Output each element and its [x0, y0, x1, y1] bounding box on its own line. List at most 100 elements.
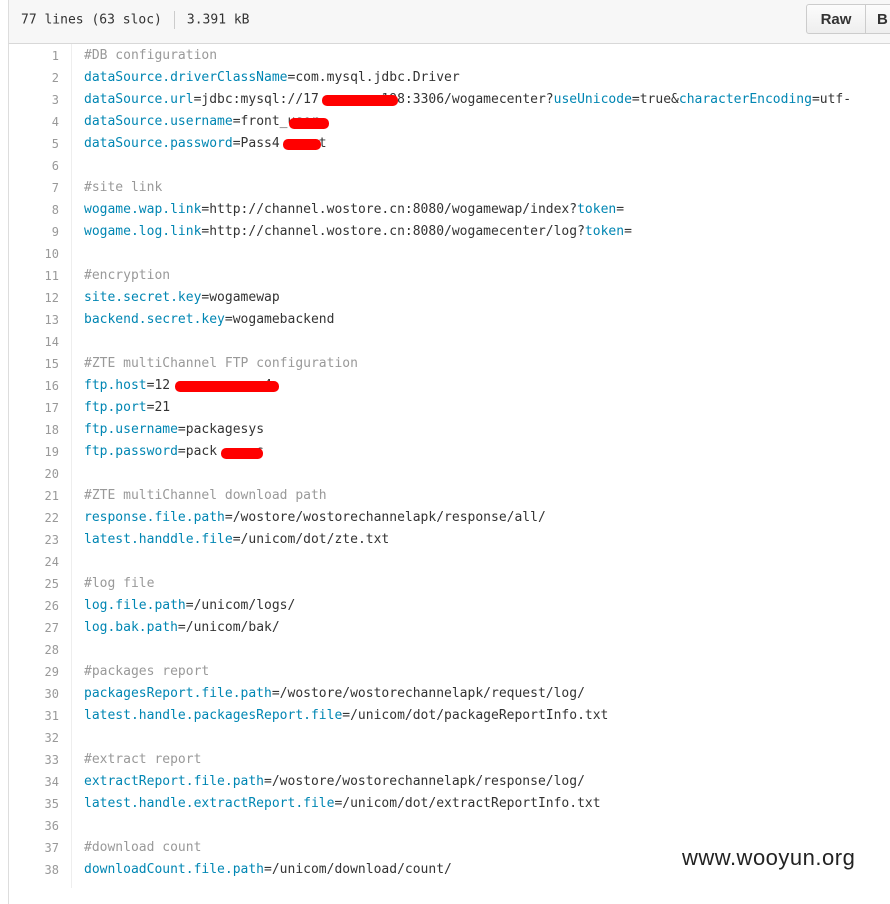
line-code: #extract report: [84, 749, 201, 771]
value-token: =/unicom/dot/extractReportInfo.txt: [334, 796, 601, 811]
key-token: latest.handdle.file: [84, 532, 233, 547]
key-token: backend.secret.key: [84, 312, 225, 327]
line-number[interactable]: 36: [8, 815, 59, 837]
value-token: =/wostore/wostorechannelapk/response/all…: [224, 510, 546, 525]
blame-button[interactable]: B: [866, 4, 890, 34]
line-number[interactable]: 31: [8, 705, 59, 727]
value-token: =/unicom/logs/: [185, 598, 296, 613]
key-token: ftp.port: [84, 400, 147, 415]
divider: [173, 11, 175, 29]
line-number[interactable]: 3: [8, 89, 59, 111]
watermark: www.wooyun.org: [682, 845, 856, 870]
line-code: ftp.port=21: [84, 397, 170, 419]
line-code: site.secret.key=wogamewap: [84, 287, 280, 309]
line-number[interactable]: 24: [8, 551, 59, 573]
line-number[interactable]: 34: [8, 771, 59, 793]
comment-token: #site link: [84, 180, 163, 195]
key-token: ftp.host: [84, 378, 147, 393]
line-number[interactable]: 6: [8, 155, 59, 177]
line-number[interactable]: 37: [8, 837, 59, 859]
line-code: #DB configuration: [84, 45, 217, 67]
line-number[interactable]: 20: [8, 463, 59, 485]
line-number[interactable]: 14: [8, 331, 59, 353]
line-number[interactable]: 12: [8, 287, 59, 309]
line-number[interactable]: 38: [8, 859, 59, 881]
file-info: 77 lines (63 sloc) 3.391 kB: [21, 11, 250, 29]
comment-token: #ZTE multiChannel FTP configuration: [84, 356, 358, 371]
line-number[interactable]: 5: [8, 133, 59, 155]
line-code: dataSource.username=front_user: [84, 111, 319, 133]
line-number[interactable]: 35: [8, 793, 59, 815]
line-number[interactable]: 4: [8, 111, 59, 133]
line-number[interactable]: 22: [8, 507, 59, 529]
line-number[interactable]: 16: [8, 375, 59, 397]
value-token: =: [616, 202, 625, 217]
line-number[interactable]: 25: [8, 573, 59, 595]
comment-token: #log file: [84, 576, 155, 591]
line-number[interactable]: 1: [8, 45, 59, 67]
value-token: =/unicom/download/count/: [264, 862, 452, 877]
line-code: packagesReport.file.path=/wostore/wostor…: [84, 683, 585, 705]
key-token: site.secret.key: [84, 290, 202, 305]
line-number[interactable]: 18: [8, 419, 59, 441]
line-code: log.bak.path=/unicom/bak/: [84, 617, 280, 639]
line-number[interactable]: 26: [8, 595, 59, 617]
line-number[interactable]: 17: [8, 397, 59, 419]
line-number[interactable]: 28: [8, 639, 59, 661]
key-token: dataSource.password: [84, 136, 233, 151]
line-number[interactable]: 21: [8, 485, 59, 507]
line-number[interactable]: 11: [8, 265, 59, 287]
line-code: #site link: [84, 177, 162, 199]
line-number[interactable]: 7: [8, 177, 59, 199]
key-token: dataSource.driverClassName: [84, 70, 288, 85]
comment-token: #packages report: [84, 664, 210, 679]
line-number[interactable]: 15: [8, 353, 59, 375]
line-code: latest.handle.packagesReport.file=/unico…: [84, 705, 608, 727]
line-code: dataSource.driverClassName=com.mysql.jdb…: [84, 67, 460, 89]
key-token: dataSource.username: [84, 114, 233, 129]
value-token: =21: [146, 400, 171, 415]
value-token: =utf-: [811, 92, 852, 107]
line-number[interactable]: 10: [8, 243, 59, 265]
line-number[interactable]: 27: [8, 617, 59, 639]
key-token: characterEncoding: [678, 92, 812, 107]
value-token: =http://channel.wostore.cn:8080/wogamewa…: [201, 202, 578, 217]
value-token: =/wostore/wostorechannelapk/request/log/: [271, 686, 585, 701]
key-token: token: [577, 202, 617, 217]
comment-token: #ZTE multiChannel download path: [84, 488, 327, 503]
line-number[interactable]: 23: [8, 529, 59, 551]
key-token: ftp.password: [84, 444, 178, 459]
key-token: log.bak.path: [84, 620, 178, 635]
line-count: 77 lines (63 sloc): [21, 12, 162, 28]
value-token: =/unicom/dot/packageReportInfo.txt: [342, 708, 609, 723]
line-code: downloadCount.file.path=/unicom/download…: [84, 859, 452, 881]
raw-button[interactable]: Raw: [806, 4, 866, 34]
value-token: =: [624, 224, 632, 239]
line-code: latest.handle.extractReport.file=/unicom…: [84, 793, 601, 815]
line-number[interactable]: 8: [8, 199, 59, 221]
line-number[interactable]: 2: [8, 67, 59, 89]
key-token: packagesReport.file.path: [84, 686, 272, 701]
key-token: wogame.log.link: [84, 224, 202, 239]
value-token: =jdbc:mysql://17: [193, 92, 319, 107]
file-header: 77 lines (63 sloc) 3.391 kB Raw B: [8, 0, 890, 44]
line-number[interactable]: 32: [8, 727, 59, 749]
value-token: =wogamebackend: [224, 312, 335, 327]
line-number[interactable]: 29: [8, 661, 59, 683]
line-number[interactable]: 33: [8, 749, 59, 771]
line-number[interactable]: 9: [8, 221, 59, 243]
value-token: =/unicom/bak/: [177, 620, 280, 635]
line-code: #ZTE multiChannel download path: [84, 485, 327, 507]
value-token: =/wostore/wostorechannelapk/response/log…: [264, 774, 585, 789]
line-code: #log file: [84, 573, 154, 595]
line-number[interactable]: 19: [8, 441, 59, 463]
key-token: wogame.wap.link: [84, 202, 202, 217]
file-actions: Raw B: [806, 4, 890, 34]
comment-token: #DB configuration: [84, 48, 218, 63]
key-token: latest.handle.packagesReport.file: [84, 708, 343, 723]
line-code: latest.handdle.file=/unicom/dot/zte.txt: [84, 529, 389, 551]
line-number[interactable]: 13: [8, 309, 59, 331]
line-number[interactable]: 30: [8, 683, 59, 705]
key-token: latest.handle.extractReport.file: [84, 796, 335, 811]
value-token: =wogamewap: [201, 290, 280, 305]
